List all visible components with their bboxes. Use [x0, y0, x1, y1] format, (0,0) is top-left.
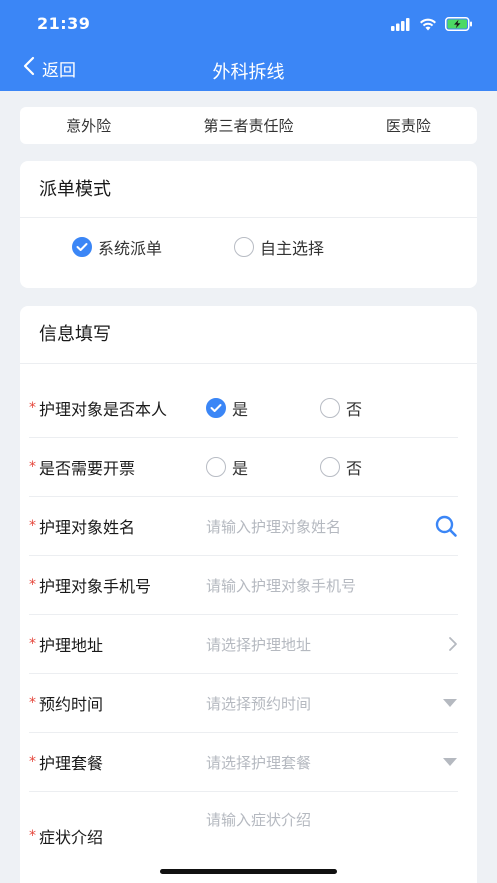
caret-down-icon — [432, 757, 458, 767]
need-invoice-label: 是否需要开票 — [39, 459, 136, 478]
unchecked-radio-icon — [206, 457, 226, 477]
tab-medical-liability-insurance[interactable]: 医责险 — [378, 111, 439, 140]
required-mark: * — [29, 459, 36, 475]
app-header: 21:39 返回 外科拆线 — [0, 0, 497, 91]
search-icon[interactable] — [432, 514, 458, 538]
system-dispatch-label: 系统派单 — [98, 239, 163, 258]
required-mark: * — [29, 518, 36, 534]
patient-phone-input[interactable]: 请输入护理对象手机号 — [206, 575, 458, 596]
is-self-no-label: 否 — [346, 400, 363, 419]
need-invoice-no-option[interactable]: 否 — [320, 455, 362, 479]
care-package-label: 护理套餐 — [39, 754, 104, 773]
dispatch-mode-card: 派单模式 系统派单 自主选择 — [20, 161, 477, 288]
form-row-address: * 护理地址 请选择护理地址 — [29, 615, 458, 674]
required-mark: * — [29, 577, 36, 593]
patient-name-label: 护理对象姓名 — [39, 518, 136, 537]
form-row-need-invoice: * 是否需要开票 是 否 — [29, 438, 458, 497]
patient-phone-placeholder: 请输入护理对象手机号 — [206, 576, 357, 595]
address-selector[interactable]: 请选择护理地址 — [206, 634, 458, 655]
care-package-selector[interactable]: 请选择护理套餐 — [206, 752, 458, 773]
form-row-is-self: * 护理对象是否本人 是 否 — [29, 379, 458, 438]
wifi-icon — [419, 16, 437, 35]
insurance-tabs: 意外险 第三者责任险 医责险 — [20, 107, 477, 144]
patient-name-placeholder: 请输入护理对象姓名 — [206, 517, 342, 536]
unchecked-radio-icon — [320, 457, 341, 477]
care-package-placeholder: 请选择护理套餐 — [206, 753, 312, 772]
form-row-care-package: * 护理套餐 请选择护理套餐 — [29, 733, 458, 792]
dispatch-mode-title: 派单模式 — [20, 161, 477, 218]
home-indicator — [160, 869, 337, 874]
page-title: 外科拆线 — [212, 62, 285, 83]
symptoms-placeholder: 请输入症状介绍 — [206, 811, 312, 829]
checked-radio-icon — [206, 398, 226, 418]
required-mark: * — [29, 636, 36, 652]
appointment-time-selector[interactable]: 请选择预约时间 — [206, 693, 458, 714]
symptoms-textarea[interactable]: 请输入症状介绍 — [206, 809, 458, 869]
tab-accident-insurance[interactable]: 意外险 — [58, 111, 119, 140]
form-row-appointment-time: * 预约时间 请选择预约时间 — [29, 674, 458, 733]
required-mark: * — [29, 695, 36, 711]
form-row-patient-name: * 护理对象姓名 请输入护理对象姓名 — [29, 497, 458, 556]
chevron-right-icon — [432, 636, 458, 652]
patient-name-input[interactable]: 请输入护理对象姓名 — [206, 514, 458, 538]
required-mark: * — [29, 400, 36, 416]
info-form-title: 信息填写 — [20, 306, 477, 364]
unchecked-radio-icon — [320, 398, 341, 418]
form-row-symptoms: * 症状介绍 请输入症状介绍 — [29, 792, 458, 880]
is-self-label: 护理对象是否本人 — [39, 400, 168, 419]
appointment-time-placeholder: 请选择预约时间 — [206, 694, 312, 713]
appointment-time-label: 预约时间 — [39, 695, 104, 714]
address-label: 护理地址 — [39, 636, 104, 655]
symptoms-label: 症状介绍 — [39, 828, 104, 847]
status-time: 21:39 — [37, 14, 91, 33]
system-dispatch-option[interactable]: 系统派单 — [72, 235, 162, 259]
patient-phone-label: 护理对象手机号 — [39, 577, 152, 596]
self-select-option[interactable]: 自主选择 — [234, 235, 324, 259]
caret-down-icon — [432, 698, 458, 708]
cellular-signal-icon — [391, 16, 411, 35]
info-form-card: 信息填写 * 护理对象是否本人 是 否 * 是否需要开票 是 否 * 护理对象姓… — [20, 306, 477, 883]
tab-third-party-insurance[interactable]: 第三者责任险 — [195, 111, 301, 140]
is-self-yes-option[interactable]: 是 — [206, 396, 248, 420]
required-mark: * — [29, 754, 36, 770]
is-self-no-option[interactable]: 否 — [320, 396, 362, 420]
self-select-label: 自主选择 — [260, 239, 325, 258]
status-icons — [391, 16, 473, 35]
is-self-yes-label: 是 — [232, 400, 249, 419]
battery-charging-icon — [445, 16, 473, 35]
form-row-patient-phone: * 护理对象手机号 请输入护理对象手机号 — [29, 556, 458, 615]
dispatch-mode-options: 系统派单 自主选择 — [20, 218, 477, 276]
need-invoice-yes-label: 是 — [232, 459, 249, 478]
unchecked-radio-icon — [234, 237, 255, 257]
address-placeholder: 请选择护理地址 — [206, 635, 312, 654]
need-invoice-yes-option[interactable]: 是 — [206, 455, 248, 479]
required-mark: * — [29, 828, 36, 844]
checked-radio-icon — [72, 237, 92, 257]
need-invoice-no-label: 否 — [346, 459, 363, 478]
